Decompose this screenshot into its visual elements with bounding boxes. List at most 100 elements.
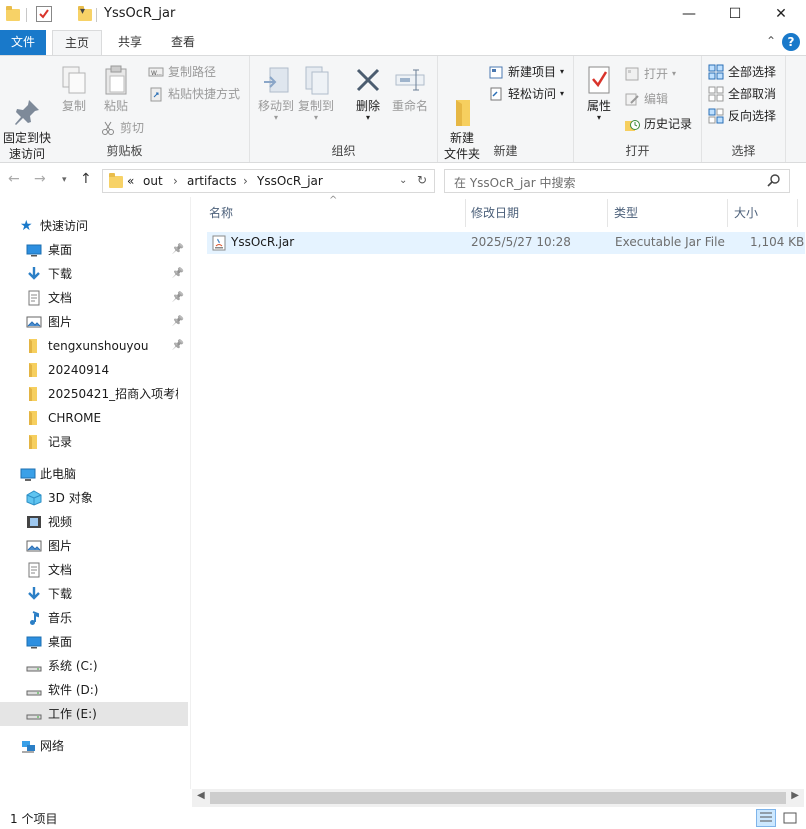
pin-icon[interactable]: 📌: [172, 310, 184, 334]
properties-button[interactable]: 属性 ▾: [582, 60, 616, 122]
file-row[interactable]: YssOcR.jar 2025/5/27 10:28 Executable Ja…: [207, 232, 805, 254]
recent-locations-dropdown-icon[interactable]: ▾: [62, 175, 67, 185]
pc-item[interactable]: 工作 (E:): [0, 702, 188, 726]
select-group-label: 选择: [731, 144, 756, 158]
forward-arrow-icon[interactable]: →: [34, 171, 46, 187]
search-box[interactable]: 在 YssOcR_jar 中搜索: [444, 169, 790, 193]
paste-button[interactable]: 粘贴: [98, 60, 134, 114]
quick-item[interactable]: CHROME: [0, 406, 188, 430]
delete-button[interactable]: 删除 ▾: [350, 60, 386, 122]
scroll-right-icon[interactable]: ▶: [791, 790, 799, 801]
pc-item[interactable]: 下载: [0, 582, 188, 606]
folder-icon: [26, 338, 42, 354]
nav-this-pc[interactable]: 此电脑: [0, 462, 188, 486]
column-header-type[interactable]: 类型: [614, 197, 724, 229]
minimize-button[interactable]: —: [666, 0, 712, 28]
column-divider[interactable]: [607, 199, 608, 227]
breadcrumb-out[interactable]: out: [143, 174, 163, 188]
quick-item[interactable]: 记录: [0, 430, 188, 454]
open-icon: [624, 66, 640, 82]
invert-selection-button[interactable]: 反向选择: [708, 106, 776, 126]
pc-item[interactable]: 软件 (D:): [0, 678, 188, 702]
pin-icon[interactable]: 📌: [172, 334, 184, 358]
quick-item[interactable]: 桌面 📌: [0, 238, 188, 262]
pin-icon[interactable]: 📌: [172, 238, 184, 262]
search-input[interactable]: 在 YssOcR_jar 中搜索: [454, 174, 575, 191]
help-icon[interactable]: ?: [782, 33, 800, 51]
pc-item[interactable]: 桌面: [0, 630, 188, 654]
pc-item[interactable]: 音乐: [0, 606, 188, 630]
collapse-ribbon-icon[interactable]: ⌃: [766, 34, 776, 48]
copy-icon: [58, 64, 90, 96]
new-item-button[interactable]: 新建项目 ▾: [488, 62, 564, 82]
pin-icon[interactable]: 📌: [172, 262, 184, 286]
computer-icon: [20, 466, 36, 482]
breadcrumb-current[interactable]: YssOcR_jar: [257, 174, 323, 188]
ribbon-tabs: 文件 主页 共享 查看 ⌃ ?: [0, 30, 806, 55]
pc-item[interactable]: 3D 对象: [0, 486, 188, 510]
quick-item-label: CHROME: [48, 411, 102, 425]
breadcrumb-separator-icon[interactable]: ›: [243, 174, 248, 188]
breadcrumb-artifacts[interactable]: artifacts: [187, 174, 236, 188]
column-header-modified[interactable]: 修改日期: [471, 197, 611, 229]
paste-shortcut-button[interactable]: 粘贴快捷方式: [148, 84, 240, 104]
tab-home[interactable]: 主页: [52, 30, 102, 55]
pin-icon[interactable]: 📌: [172, 286, 184, 310]
quick-item[interactable]: 20250421_招商入项考核结: [0, 382, 188, 406]
copy-to-button[interactable]: 复制到 ▾: [296, 60, 336, 122]
rename-button[interactable]: 重命名: [388, 60, 432, 114]
column-divider[interactable]: [465, 199, 466, 227]
address-bar[interactable]: « out › artifacts › YssOcR_jar ⌄ ↻: [102, 169, 435, 193]
easy-access-button[interactable]: 轻松访问 ▾: [488, 84, 564, 104]
pc-item[interactable]: 系统 (C:): [0, 654, 188, 678]
properties-quick-icon[interactable]: [36, 6, 52, 22]
cut-button[interactable]: 剪切: [100, 118, 144, 138]
column-header-size[interactable]: 大小: [734, 197, 794, 229]
column-divider[interactable]: [727, 199, 728, 227]
nav-quick-access[interactable]: ★ 快速访问: [0, 214, 188, 238]
close-button[interactable]: ✕: [758, 0, 804, 28]
details-view-button[interactable]: [756, 809, 776, 827]
select-none-button[interactable]: 全部取消: [708, 84, 776, 104]
select-all-button[interactable]: 全部选择: [708, 62, 776, 82]
quick-item[interactable]: tengxunshouyou 📌: [0, 334, 188, 358]
up-arrow-icon[interactable]: ↑: [80, 171, 92, 187]
new-folder-button[interactable]: 新建 文件夹: [440, 60, 484, 178]
quick-item[interactable]: 20240914: [0, 358, 188, 382]
history-button[interactable]: 历史记录: [624, 114, 692, 134]
pc-item[interactable]: 图片: [0, 534, 188, 558]
open-button[interactable]: 打开 ▾: [624, 64, 676, 84]
select-none-icon: [708, 86, 724, 102]
scrollbar-thumb[interactable]: [210, 792, 786, 804]
edit-button[interactable]: 编辑: [624, 89, 668, 109]
tab-view[interactable]: 查看: [160, 30, 206, 55]
large-icons-view-button[interactable]: [780, 809, 800, 827]
easy-access-icon: [488, 86, 504, 102]
pc-item-label: 下载: [48, 587, 73, 601]
breadcrumb-separator-icon[interactable]: ›: [173, 174, 178, 188]
quick-access-dropdown-icon[interactable]: ▾: [80, 6, 85, 24]
back-arrow-icon[interactable]: ←: [8, 171, 20, 187]
copy-button[interactable]: 复制: [56, 60, 92, 114]
address-dropdown-icon[interactable]: ⌄: [399, 175, 407, 186]
tab-share[interactable]: 共享: [108, 30, 152, 55]
refresh-icon[interactable]: ↻: [417, 173, 427, 187]
move-to-button[interactable]: 移动到 ▾: [256, 60, 296, 122]
quick-item[interactable]: 文档 📌: [0, 286, 188, 310]
quick-item[interactable]: 图片 📌: [0, 310, 188, 334]
pc-item[interactable]: 视频: [0, 510, 188, 534]
horizontal-scrollbar[interactable]: ◀ ▶: [192, 789, 804, 807]
nav-network[interactable]: 网络: [0, 734, 188, 758]
copy-path-button[interactable]: W... 复制路径: [148, 62, 216, 82]
scroll-left-icon[interactable]: ◀: [197, 790, 205, 801]
maximize-button[interactable]: ☐: [712, 0, 758, 28]
breadcrumb-overflow[interactable]: «: [127, 174, 134, 188]
pc-item[interactable]: 文档: [0, 558, 188, 582]
quick-item[interactable]: 下载 📌: [0, 262, 188, 286]
column-divider[interactable]: [797, 199, 798, 227]
column-header-name[interactable]: 名称: [209, 197, 459, 229]
desktop-icon: [26, 242, 42, 258]
pin-quick-access-button[interactable]: 固定到快 速访问: [2, 60, 52, 178]
tab-file[interactable]: 文件: [0, 30, 46, 55]
search-icon[interactable]: [767, 173, 781, 190]
